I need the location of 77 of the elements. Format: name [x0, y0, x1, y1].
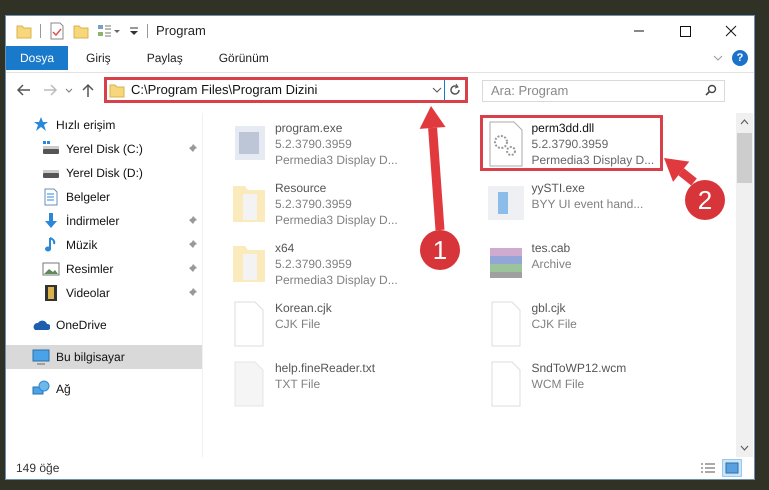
sidebar-item[interactable]: Müzik: [6, 233, 202, 257]
file-detail: Permedia3 Display D...: [275, 152, 398, 168]
star-icon: [32, 116, 50, 134]
file-name: program.exe: [275, 120, 344, 136]
large-icons-view-icon: [723, 460, 741, 476]
up-arrow-icon[interactable]: [80, 82, 96, 98]
window-title: Program: [156, 22, 206, 40]
file-detail: TXT File: [275, 376, 322, 392]
file-item[interactable]: SndToWP12.wcm WCM File: [480, 355, 632, 411]
pictures-icon: [42, 260, 60, 278]
file-detail: 5.2.3790.3959: [532, 136, 610, 152]
file-name: SndToWP12.wcm: [532, 360, 626, 376]
file-item[interactable]: gbl.cjk CJK File: [480, 295, 583, 351]
file-detail: BYY UI event hand...: [532, 196, 644, 212]
ribbon-tab[interactable]: Paylaş: [128, 46, 201, 70]
scroll-down-icon[interactable]: [740, 445, 749, 451]
sidebar-item[interactable]: Hızlı erişim: [6, 113, 202, 137]
file-name: gbl.cjk: [532, 300, 567, 316]
view-large-icons-button[interactable]: [722, 459, 742, 477]
file-name: perm3dd.dll: [532, 120, 596, 136]
sidebar-item[interactable]: Belgeler: [6, 185, 202, 209]
file-detail: CJK File: [532, 316, 577, 332]
refresh-icon: [448, 83, 462, 97]
file-item[interactable]: tes.cab Archive: [480, 235, 578, 291]
sidebar-item[interactable]: Yerel Disk (C:): [6, 137, 202, 161]
computer-icon: [32, 348, 50, 366]
file-detail: Permedia3 Display D...: [275, 212, 398, 228]
file-detail: Permedia3 Display D...: [532, 152, 654, 168]
properties-icon[interactable]: [49, 22, 65, 40]
search-field[interactable]: Ara: Program: [482, 80, 725, 102]
file-detail: Permedia3 Display D...: [275, 272, 398, 288]
view-dropdown-icon[interactable]: [97, 23, 121, 39]
ribbon-tab[interactable]: Dosya: [6, 46, 68, 70]
file-detail: Archive: [532, 256, 572, 272]
file-item[interactable]: help.fineReader.txt TXT File: [223, 355, 382, 411]
help-button[interactable]: ?: [732, 50, 748, 66]
sidebar-item[interactable]: Videolar: [6, 281, 202, 305]
address-path: C:\Program Files\Program Dizini: [131, 81, 318, 100]
videos-icon: [42, 284, 60, 302]
file-item[interactable]: perm3dd.dll 5.2.3790.3959 Permedia3 Display D...: [480, 115, 664, 171]
file-name: tes.cab: [532, 240, 572, 256]
back-arrow-icon[interactable]: [16, 82, 32, 98]
scroll-thumb[interactable]: [737, 133, 752, 183]
folder-icon: [109, 82, 125, 98]
file-item[interactable]: Korean.cjk CJK File: [223, 295, 338, 351]
search-icon: [705, 84, 717, 96]
file-name: x64: [275, 240, 296, 256]
file-detail: CJK File: [275, 316, 322, 332]
sidebar-item[interactable]: Yerel Disk (D:): [6, 161, 202, 185]
scroll-up-icon[interactable]: [740, 119, 749, 125]
download-icon: [42, 212, 60, 230]
sidebar-item[interactable]: Resimler: [6, 257, 202, 281]
annotation-arrow: [664, 158, 697, 186]
file-name: Korean.cjk: [275, 300, 332, 316]
sidebar-item[interactable]: Bu bilgisayar: [6, 345, 202, 369]
file-item[interactable]: yySTI.exe BYY UI event hand...: [480, 175, 650, 231]
file-item[interactable]: x64 5.2.3790.3959 Permedia3 Display D...: [223, 235, 404, 291]
address-bar[interactable]: C:\Program Files\Program Dizini: [107, 80, 445, 100]
file-name: yySTI.exe: [532, 180, 586, 196]
file-name: Resource: [275, 180, 328, 196]
sidebar-item[interactable]: OneDrive: [6, 313, 202, 337]
file-detail: 5.2.3790.3959: [275, 196, 353, 212]
file-detail: WCM File: [532, 376, 586, 392]
sidebar-item[interactable]: Ağ: [6, 377, 202, 401]
ribbon-tab[interactable]: Görünüm: [200, 46, 287, 70]
file-name: help.fineReader.txt: [275, 360, 376, 376]
documents-icon: [42, 188, 60, 206]
sidebar-item[interactable]: İndirmeler: [6, 209, 202, 233]
ribbon-tab[interactable]: Giriş: [68, 46, 129, 70]
file-item[interactable]: program.exe 5.2.3790.3959 Permedia3 Display D...: [223, 115, 404, 171]
file-detail: 5.2.3790.3959: [275, 136, 353, 152]
file-detail: 5.2.3790.3959: [275, 256, 353, 272]
item-count: 149 öğe: [16, 460, 60, 477]
scrollbar[interactable]: [736, 113, 753, 457]
dropdown-caret-icon[interactable]: [432, 85, 442, 95]
customize-caret-icon[interactable]: [129, 26, 139, 36]
file-item[interactable]: Resource 5.2.3790.3959 Permedia3 Display D...: [223, 175, 404, 231]
